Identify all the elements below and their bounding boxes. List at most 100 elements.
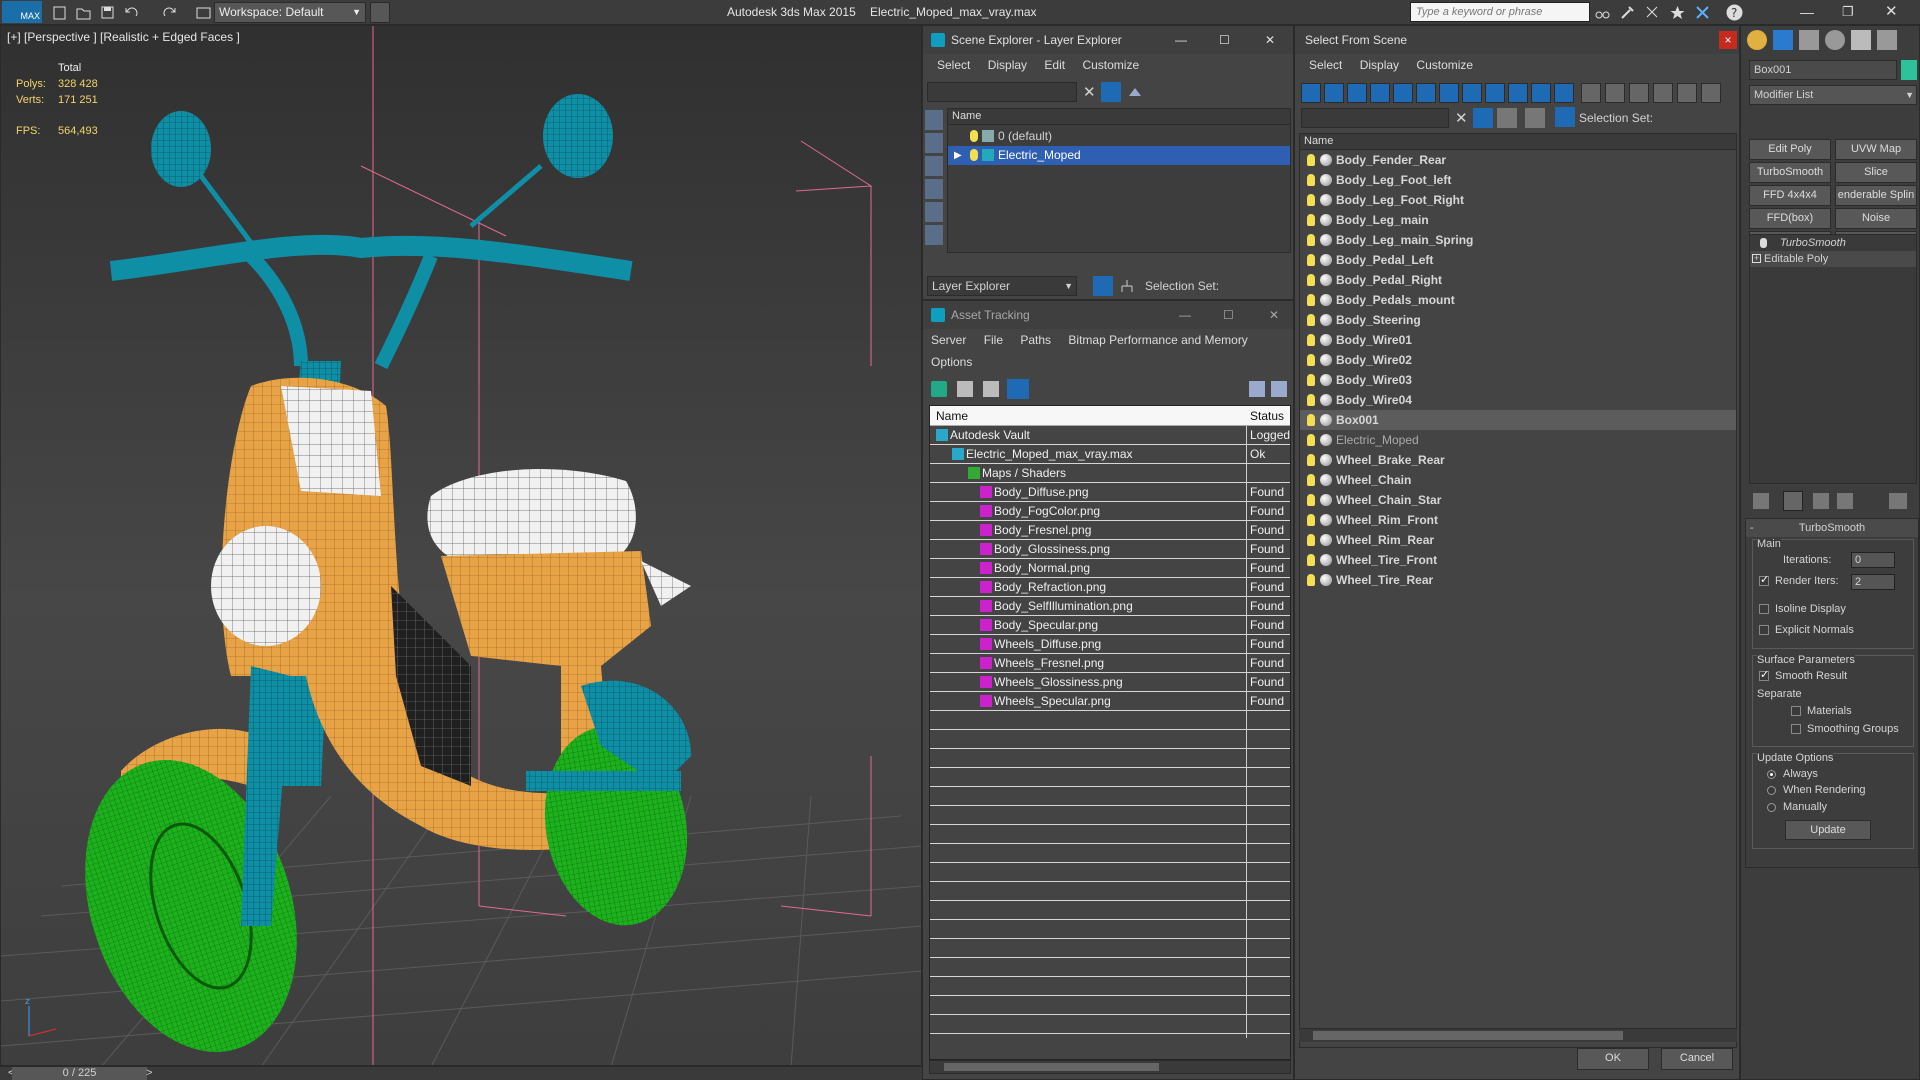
asset-row[interactable]: Body_Fresnel.png Found <box>930 521 1290 540</box>
menu-edit[interactable]: Edit <box>1044 54 1065 76</box>
smoothing-groups-checkbox[interactable] <box>1791 724 1801 734</box>
object-list-hscrollbar[interactable] <box>1299 1028 1737 1042</box>
asset-row[interactable]: Wheels_Specular.png Found <box>930 692 1290 711</box>
filter-filter-icon[interactable] <box>1653 83 1673 103</box>
time-slider-thumb[interactable]: 0 / 225 <box>12 1067 147 1080</box>
object-name-field[interactable]: Box001 <box>1749 60 1897 80</box>
explicit-normals-checkbox[interactable] <box>1759 625 1769 635</box>
cancel-button[interactable]: Cancel <box>1661 1048 1733 1070</box>
filter-icon[interactable] <box>1473 108 1493 128</box>
selection-set-icon[interactable] <box>1555 107 1575 127</box>
bulb-icon[interactable] <box>1307 534 1315 546</box>
make-unique-icon[interactable] <box>1813 493 1829 509</box>
expand-plus-icon[interactable]: + <box>1752 254 1761 263</box>
search-input[interactable]: Type a keyword or phrase <box>1410 2 1590 22</box>
modifier-button[interactable]: FFD(box) <box>1749 208 1831 229</box>
menu-customize[interactable]: Customize <box>1416 54 1473 76</box>
menu-display[interactable]: Display <box>1360 54 1399 76</box>
filter-helpers-icon[interactable] <box>1393 83 1413 103</box>
isoline-checkbox[interactable] <box>1759 604 1769 614</box>
expand-arrow-icon[interactable]: ▶ <box>954 146 962 165</box>
bulb-icon[interactable] <box>1307 574 1315 586</box>
workspace-menu-icon[interactable] <box>370 2 390 23</box>
app-logo-icon[interactable]: MAX <box>2 1 42 23</box>
manually-radio[interactable] <box>1767 803 1776 812</box>
scene-explorer-titlebar[interactable]: Scene Explorer - Layer Explorer — ☐ ✕ <box>923 26 1293 54</box>
scene-object-row[interactable]: Wheel_Rim_Front <box>1300 510 1736 530</box>
bulb-icon[interactable] <box>1307 174 1315 186</box>
bulb-icon[interactable] <box>1307 394 1315 406</box>
display-cameras-icon[interactable] <box>925 179 943 199</box>
bulb-icon[interactable] <box>1307 414 1315 426</box>
scene-object-row[interactable]: Body_Wire01 <box>1300 330 1736 350</box>
settings-icon[interactable] <box>1271 381 1287 397</box>
close-window-icon[interactable]: ✕ <box>1885 3 1904 22</box>
scene-object-row[interactable]: Body_Leg_Foot_left <box>1300 170 1736 190</box>
asset-row[interactable]: Body_Diffuse.png Found <box>930 483 1290 502</box>
menu-options[interactable]: Options <box>931 351 972 373</box>
close-icon[interactable]: × <box>1719 31 1737 49</box>
bulb-icon[interactable] <box>1307 474 1315 486</box>
filter-collapse-icon[interactable] <box>1701 83 1721 103</box>
exchange-icon[interactable] <box>1693 3 1712 22</box>
modifier-button[interactable]: Slice <box>1835 162 1917 183</box>
modifier-list-dropdown[interactable]: Modifier List ▼ <box>1749 85 1917 105</box>
display-shapes-icon[interactable] <box>925 133 943 153</box>
scene-object-row[interactable]: Body_Pedal_Left <box>1300 250 1736 270</box>
display-geometry-icon[interactable] <box>925 110 943 130</box>
restore-window-icon[interactable]: ❐ <box>1842 3 1861 22</box>
tree-view-icon[interactable] <box>983 381 999 397</box>
scene-object-row[interactable]: Electric_Moped <box>1300 430 1736 450</box>
scene-explorer-search-input[interactable] <box>927 82 1077 102</box>
modifier-button[interactable]: FFD 4x4x4 <box>1749 185 1831 206</box>
update-button[interactable]: Update <box>1785 820 1871 840</box>
layer-row-default[interactable]: 0 (default) <box>948 127 1290 146</box>
asset-row[interactable]: Wheels_Diffuse.png Found <box>930 635 1290 654</box>
asset-grid-hscrollbar[interactable] <box>929 1060 1291 1074</box>
stack-item-editable-poly[interactable]: + Editable Poly <box>1750 251 1916 267</box>
materials-checkbox[interactable] <box>1791 706 1801 716</box>
modifier-button[interactable]: enderable Splin <box>1835 185 1917 206</box>
hscroll-thumb[interactable] <box>944 1063 1159 1071</box>
menu-select[interactable]: Select <box>937 54 970 76</box>
bulb-icon[interactable] <box>1307 194 1315 206</box>
display-lights-icon[interactable] <box>925 156 943 176</box>
iterations-spinner[interactable]: 0 <box>1851 552 1895 568</box>
bulb-icon[interactable] <box>1307 294 1315 306</box>
asset-row[interactable]: Body_FogColor.png Found <box>930 502 1290 521</box>
scene-object-row[interactable]: Body_Pedals_mount <box>1300 290 1736 310</box>
bulb-icon[interactable] <box>1307 514 1315 526</box>
render-iters-spinner[interactable]: 2 <box>1851 574 1895 590</box>
hierarchy-icon[interactable] <box>1117 276 1137 296</box>
table-view-icon[interactable] <box>1007 379 1029 399</box>
scene-object-row[interactable]: Body_Wire04 <box>1300 390 1736 410</box>
layer-options-icon[interactable] <box>1125 82 1145 102</box>
tools-icon[interactable] <box>1618 3 1637 22</box>
scene-object-row[interactable]: Body_Wire03 <box>1300 370 1736 390</box>
undo-icon[interactable] <box>122 3 141 22</box>
modifier-button[interactable]: Edit Poly <box>1749 139 1831 160</box>
create-tab-icon[interactable] <box>1747 30 1767 50</box>
bulb-icon[interactable] <box>1307 314 1315 326</box>
filter-invert-icon[interactable] <box>1629 83 1649 103</box>
modifier-button[interactable]: UVW Map <box>1835 139 1917 160</box>
scene-object-row[interactable]: Body_Pedal_Right <box>1300 270 1736 290</box>
filter-xrefs-icon[interactable] <box>1462 83 1482 103</box>
menu-display[interactable]: Display <box>988 54 1027 76</box>
list-view-icon[interactable] <box>957 381 973 397</box>
filter-shapes-icon[interactable] <box>1324 83 1344 103</box>
asset-row[interactable]: Body_Refraction.png Found <box>930 578 1290 597</box>
bulb-icon[interactable] <box>1307 554 1315 566</box>
bulb-icon[interactable] <box>1307 154 1315 166</box>
bulb-icon[interactable] <box>1307 254 1315 266</box>
bulb-icon[interactable] <box>970 130 978 142</box>
filter-bones-icon[interactable] <box>1485 83 1505 103</box>
asset-row[interactable]: Autodesk Vault Logged <box>930 426 1290 445</box>
col-status-header[interactable]: Status <box>1250 409 1284 423</box>
filter-frozen-icon[interactable] <box>1531 83 1551 103</box>
col-name-header[interactable]: Name <box>936 409 968 423</box>
filter-cameras-icon[interactable] <box>1370 83 1390 103</box>
menu-customize[interactable]: Customize <box>1082 54 1139 76</box>
filter-containers-icon[interactable] <box>1508 83 1528 103</box>
workspace-dropdown[interactable]: Workspace: Default ▼ <box>214 2 366 23</box>
